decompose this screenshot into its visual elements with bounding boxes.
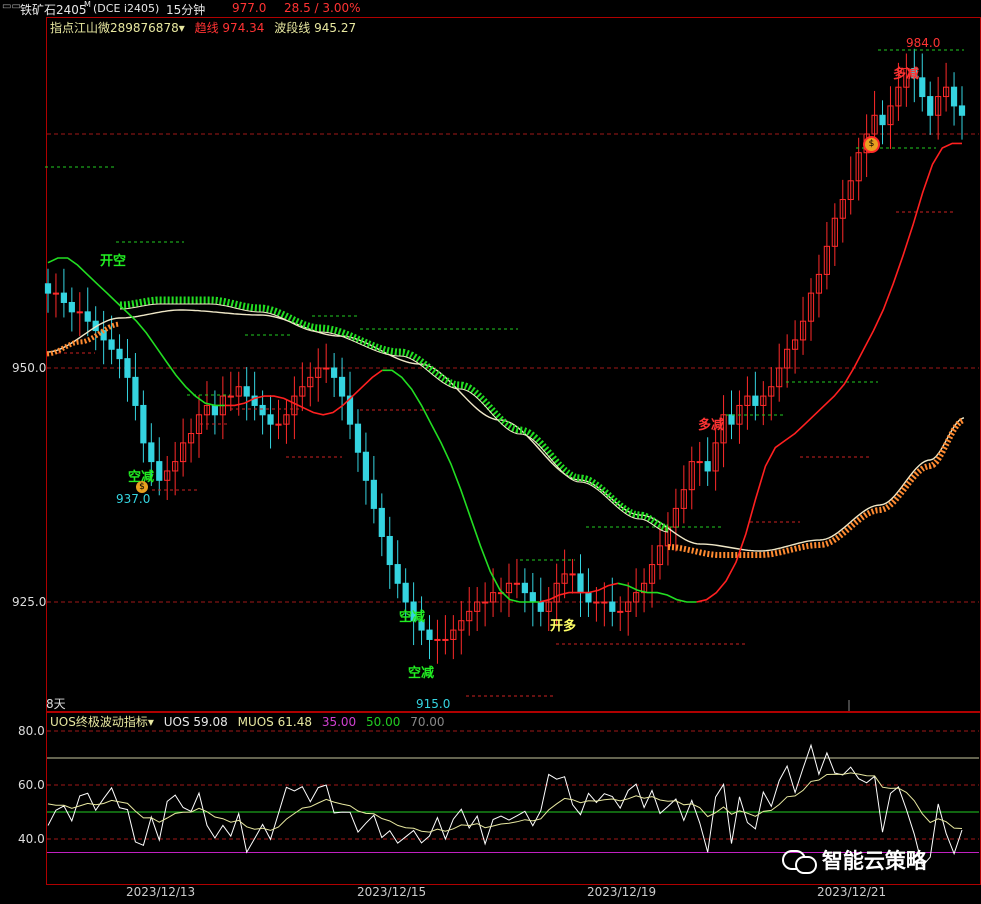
candle-body	[354, 423, 362, 453]
x-tick-4: 2023/12/21	[817, 885, 887, 899]
candle-body	[919, 77, 926, 98]
candle-body	[386, 535, 393, 566]
coin-icon: $	[865, 138, 878, 151]
trend-line	[342, 369, 383, 406]
y-tick-950: 950.0	[12, 361, 47, 375]
candle-body	[569, 573, 576, 576]
wave-band-right	[667, 417, 965, 558]
level-70: 70.00	[410, 715, 445, 729]
chevron-down-icon[interactable]: ▾	[148, 715, 154, 729]
candle-body	[148, 442, 155, 463]
level-35: 35.00	[321, 715, 357, 729]
candle-body	[116, 348, 123, 360]
candle-body	[243, 386, 250, 397]
candle-body	[259, 404, 266, 416]
sub-y-tick-40: 40.0	[18, 832, 45, 846]
candle-body	[84, 311, 91, 322]
muos-label: MUOS	[237, 715, 274, 729]
sub-y-tick-80: 80.0	[18, 724, 45, 738]
reduce-long-label-2: 多减	[893, 67, 920, 82]
candle-body	[601, 601, 608, 604]
trend-line	[617, 582, 697, 603]
candle-body	[521, 582, 528, 594]
price-low-label-2: 915.0	[416, 697, 451, 711]
candle-body	[108, 339, 115, 350]
candle-body	[76, 311, 83, 314]
candle-body	[124, 358, 131, 378]
wechat-icon	[782, 848, 818, 874]
wave-band-green	[119, 296, 668, 532]
candle-body	[482, 601, 489, 604]
candle-body	[609, 601, 616, 612]
level-50: 50.00	[366, 715, 401, 729]
candle-body	[950, 86, 958, 107]
candle-body	[585, 592, 592, 603]
watermark-text: 智能云策略	[821, 849, 927, 873]
candle-body	[211, 404, 219, 416]
candle-body	[696, 461, 703, 464]
x-tick-3: 2023/12/19	[587, 885, 657, 899]
candle-body	[227, 395, 234, 398]
price-high-label: 984.0	[906, 36, 941, 50]
candle-body	[879, 114, 886, 126]
muos-value: 61.48	[277, 715, 312, 729]
price-low-label-1: 937.0	[116, 492, 151, 506]
reduce-short-label-3: 空减	[408, 666, 435, 681]
x-tick-1: 2023/12/13	[126, 885, 196, 899]
watermark: 智能云策略	[782, 845, 927, 875]
open-long-label: 开多	[550, 619, 577, 634]
candle-body	[513, 582, 521, 585]
sub-y-tick-60: 60.0	[18, 778, 45, 792]
candle-body	[132, 376, 139, 406]
uos-label: UOS	[163, 715, 190, 729]
candle-body	[362, 451, 370, 481]
candle-body	[958, 105, 966, 116]
candle-body	[593, 601, 600, 604]
candle-body	[44, 283, 52, 294]
candle-body	[434, 638, 441, 641]
candle-body	[529, 592, 536, 603]
candle-body	[617, 610, 624, 613]
candle-body	[752, 395, 759, 406]
candle-body	[60, 292, 67, 303]
reduce-long-label-1: 多减	[698, 418, 725, 433]
candle-body	[338, 376, 346, 397]
candle-body	[577, 573, 584, 594]
candle-body	[275, 423, 282, 426]
candle-body	[68, 301, 75, 313]
trend-line	[224, 395, 344, 416]
candle-body	[394, 564, 401, 584]
candle-body	[52, 292, 60, 295]
bar-count-label: 8天	[46, 697, 66, 711]
price-chart[interactable]	[0, 0, 981, 904]
candle-body	[267, 414, 274, 425]
uos-value: 59.08	[193, 715, 228, 729]
candle-body	[728, 414, 735, 425]
candle-body	[426, 629, 433, 640]
sub-chart-legend: UOS终极波动指标▾ UOS 59.08 MUOS 61.48 35.00 50…	[50, 713, 445, 730]
x-tick-2: 2023/12/15	[357, 885, 427, 899]
candle-body	[323, 367, 330, 370]
trend-line	[382, 369, 540, 603]
muos-line	[47, 772, 963, 833]
candle-body	[704, 461, 711, 472]
reduce-short-label-2: 空减	[399, 610, 426, 625]
candle-body	[442, 638, 449, 641]
candle-body	[378, 507, 385, 537]
candle-body	[370, 479, 377, 509]
candle-body	[402, 582, 409, 603]
uos-indicator-name[interactable]: UOS终极波动指标	[50, 715, 148, 729]
candle-body	[140, 404, 147, 444]
wave-band-edge	[119, 303, 668, 533]
open-short-label: 开空	[100, 254, 127, 269]
candle-body	[331, 367, 338, 378]
candle-body	[537, 601, 544, 612]
candle-body	[156, 461, 163, 481]
wave-line	[46, 309, 965, 552]
y-tick-925: 925.0	[12, 595, 47, 609]
candle-body	[927, 96, 934, 116]
